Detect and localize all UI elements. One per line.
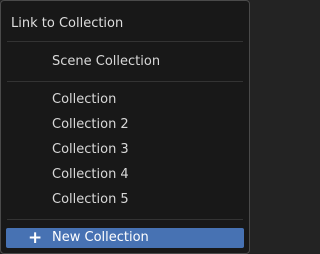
- menu-item-collection[interactable]: Collection: [6, 90, 244, 110]
- menu-item-collection-4[interactable]: Collection 4: [6, 165, 244, 185]
- link-to-collection-menu: Link to Collection Scene Collection Coll…: [0, 0, 250, 254]
- menu-item-label: Collection: [52, 92, 117, 107]
- menu-item-label: New Collection: [52, 230, 149, 245]
- menu-item-label: Collection 5: [52, 192, 129, 207]
- menu-item-collection-2[interactable]: Collection 2: [6, 115, 244, 135]
- menu-item-collection-5[interactable]: Collection 5: [6, 190, 244, 210]
- menu-separator: [7, 219, 243, 220]
- menu-item-collection-3[interactable]: Collection 3: [6, 140, 244, 160]
- menu-item-label: Scene Collection: [52, 54, 161, 69]
- menu-separator: [7, 41, 243, 42]
- menu-item-label: Collection 4: [52, 167, 129, 182]
- menu-item-label: Collection 3: [52, 142, 129, 157]
- menu-title: Link to Collection: [11, 16, 124, 31]
- menu-item-label: Collection 2: [52, 117, 129, 132]
- menu-separator: [7, 81, 243, 82]
- plus-icon: +: [28, 228, 43, 248]
- menu-item-scene-collection[interactable]: Scene Collection: [6, 52, 244, 72]
- menu-item-new-collection[interactable]: + New Collection: [6, 228, 244, 248]
